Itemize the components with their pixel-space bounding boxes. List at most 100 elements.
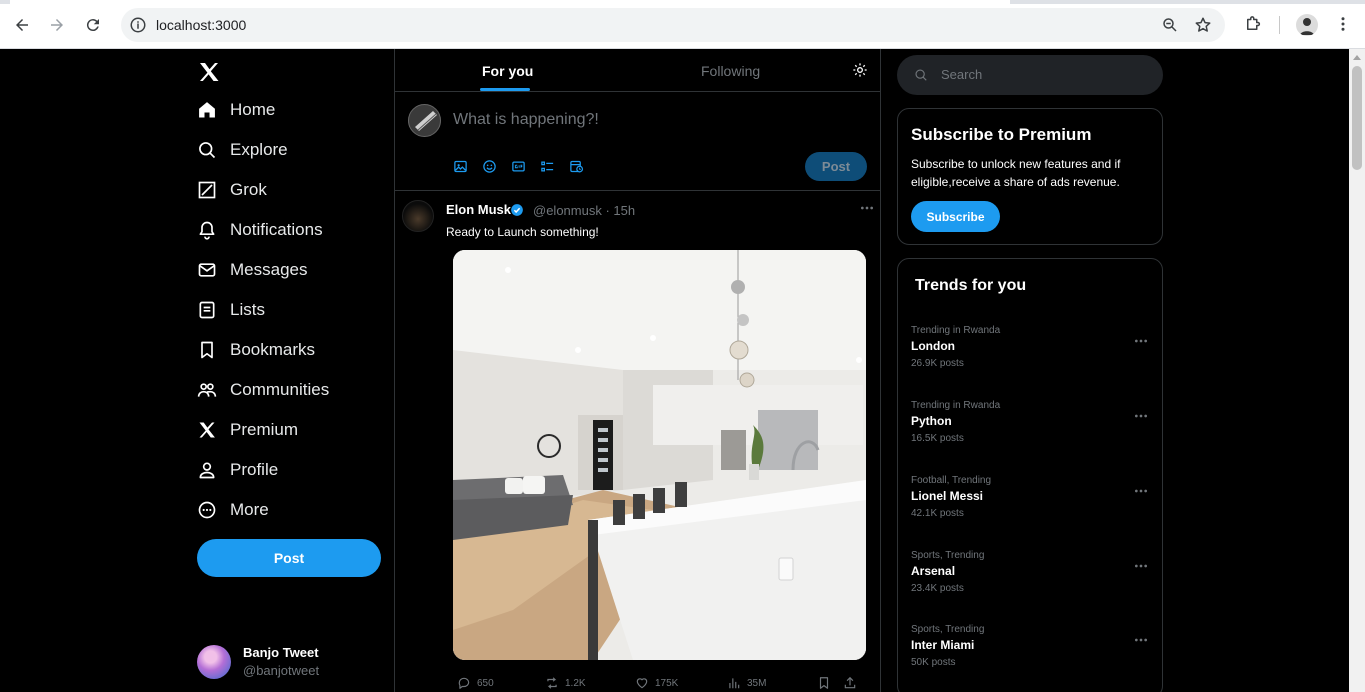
- active-tab-indicator: [480, 88, 530, 91]
- premium-title: Subscribe to Premium: [911, 125, 1092, 144]
- share-button[interactable]: [843, 676, 863, 690]
- communities-icon: [196, 379, 218, 401]
- subscribe-button[interactable]: Subscribe: [911, 201, 1000, 232]
- kitchen-interior-photo: [453, 250, 866, 660]
- browser-chrome: localhost:3000: [0, 0, 1365, 49]
- nav-label: Communities: [230, 380, 330, 399]
- retweet-count: 1.2K: [565, 677, 586, 689]
- profile-handle: @banjotweet: [243, 663, 320, 678]
- browser-profile-avatar[interactable]: [1296, 14, 1318, 36]
- retweet-button[interactable]: 1.2K: [545, 676, 586, 690]
- gif-icon[interactable]: [511, 158, 540, 174]
- user-icon: [196, 459, 218, 481]
- nav-item-home[interactable]: Home: [196, 95, 275, 125]
- feed-tabs: For you Following: [395, 49, 880, 92]
- premium-description: Subscribe to unlock new features and if …: [911, 157, 1121, 189]
- nav-item-bookmarks[interactable]: Bookmarks: [196, 335, 315, 365]
- search-placeholder: Search: [941, 67, 983, 82]
- reload-icon: [86, 19, 99, 32]
- nav-label: Lists: [230, 300, 265, 319]
- info-icon[interactable]: [129, 16, 147, 34]
- list-icon: [196, 299, 218, 321]
- nav-item-profile[interactable]: Profile: [196, 455, 278, 485]
- trend-context: Sports, Trending: [911, 624, 985, 635]
- tab-following[interactable]: Following: [701, 63, 760, 79]
- mail-icon: [196, 259, 218, 281]
- views-button[interactable]: 35M: [727, 676, 766, 690]
- page-scrollbar[interactable]: [1349, 49, 1365, 692]
- nav-label: Home: [230, 100, 276, 119]
- more-horizontal-icon[interactable]: [1133, 560, 1149, 572]
- bookmark-icon: [819, 677, 829, 689]
- more-horizontal-icon[interactable]: [859, 200, 875, 216]
- tweet-composer: What is happening?! Post: [395, 92, 880, 191]
- trend-item[interactable]: Football, Trending Lionel Messi 42.1K po…: [911, 475, 1151, 525]
- schedule-icon[interactable]: [569, 158, 598, 174]
- composer-input[interactable]: What is happening?!: [453, 111, 599, 129]
- nav-label: Bookmarks: [230, 340, 316, 359]
- composer-avatar: [408, 104, 441, 137]
- zoom-icon[interactable]: [1161, 16, 1179, 34]
- trend-context: Trending in Rwanda: [911, 325, 1001, 336]
- back-button[interactable]: [8, 11, 36, 39]
- share-icon: [844, 676, 856, 689]
- like-button[interactable]: 175K: [635, 676, 678, 690]
- scrollbar-thumb[interactable]: [1352, 66, 1362, 170]
- more-horizontal-icon[interactable]: [1133, 634, 1149, 646]
- more-horizontal-icon[interactable]: [1133, 485, 1149, 497]
- trend-item[interactable]: Sports, Trending Arsenal 23.4K posts: [911, 550, 1151, 600]
- nav-item-lists[interactable]: Lists: [196, 295, 265, 325]
- trend-count: 23.4K posts: [911, 583, 964, 594]
- trend-item[interactable]: Trending in Rwanda Python 16.5K posts: [911, 400, 1151, 450]
- star-icon[interactable]: [1194, 16, 1212, 34]
- search-input[interactable]: Search: [897, 55, 1163, 95]
- reply-count: 650: [477, 677, 494, 689]
- browser-menu-button[interactable]: [1331, 12, 1355, 36]
- nav-label: Grok: [230, 180, 267, 199]
- nav-item-explore[interactable]: Explore: [196, 135, 288, 165]
- extensions-button[interactable]: [1241, 12, 1265, 36]
- url-text[interactable]: localhost:3000: [156, 17, 246, 33]
- grok-icon: [196, 179, 218, 201]
- bookmark-button[interactable]: [817, 676, 837, 690]
- x-logo-icon[interactable]: [197, 60, 221, 84]
- nav-item-premium[interactable]: Premium: [196, 415, 298, 445]
- nav-item-communities[interactable]: Communities: [196, 375, 329, 405]
- trend-item[interactable]: Trending in Rwanda London 26.9K posts: [911, 325, 1151, 375]
- nav-item-more[interactable]: More: [196, 495, 269, 525]
- emoji-icon[interactable]: [482, 158, 511, 174]
- trend-count: 42.1K posts: [911, 508, 964, 519]
- trends-title: Trends for you: [915, 277, 1027, 294]
- tweet-image[interactable]: [453, 250, 866, 660]
- more-horizontal-icon[interactable]: [1133, 410, 1149, 422]
- nav-item-grok[interactable]: Grok: [196, 175, 267, 205]
- image-icon[interactable]: [453, 158, 482, 174]
- tweet[interactable]: Elon Musk @elonmusk · 15h Ready to Launc…: [395, 191, 880, 692]
- post-button[interactable]: Post: [197, 539, 381, 577]
- tweet-avatar[interactable]: [402, 200, 434, 232]
- nav-item-notifications[interactable]: Notifications: [196, 215, 323, 245]
- tweet-handle-time: @elonmusk · 15h: [533, 203, 636, 218]
- forward-button[interactable]: [43, 11, 71, 39]
- like-count: 175K: [655, 677, 679, 689]
- reply-button[interactable]: 650: [457, 676, 494, 690]
- reload-button[interactable]: [79, 11, 107, 39]
- account-switcher[interactable]: Banjo Tweet @banjotweet: [197, 643, 387, 683]
- more-horizontal-icon[interactable]: [1133, 335, 1149, 347]
- retweet-icon: [547, 677, 557, 689]
- trend-item[interactable]: Sports, Trending Inter Miami 50K posts: [911, 624, 1151, 674]
- trend-context: Trending in Rwanda: [911, 400, 1001, 411]
- gear-icon[interactable]: [852, 62, 868, 78]
- scroll-up-arrow[interactable]: [1353, 55, 1361, 60]
- nav-item-messages[interactable]: Messages: [196, 255, 307, 285]
- tab-for-you[interactable]: For you: [482, 63, 533, 79]
- poll-icon[interactable]: [540, 158, 569, 174]
- composer-post-button[interactable]: Post: [805, 152, 867, 181]
- tweet-time: 15h: [613, 203, 636, 218]
- heart-icon: [636, 678, 648, 689]
- tweet-author-name[interactable]: Elon Musk: [446, 202, 511, 217]
- tweet-actions: 650 1.2K 175K 35M: [457, 676, 867, 692]
- bar-chart-icon: [729, 678, 740, 689]
- trend-title: Lionel Messi: [911, 489, 984, 503]
- address-bar[interactable]: localhost:3000: [121, 8, 1225, 42]
